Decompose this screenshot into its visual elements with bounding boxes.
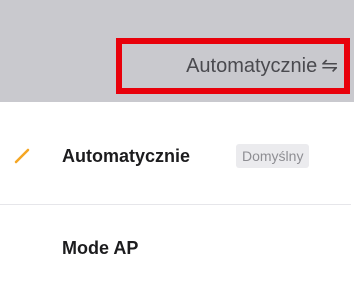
menu-item-label: Automatycznie [62, 146, 191, 166]
swap-arrows-icon: ⇋ [321, 55, 338, 77]
menu-divider [0, 204, 351, 205]
mode-selector-label: Automatycznie [186, 54, 318, 77]
default-badge: Domyślny [236, 144, 310, 168]
checkmark-icon [14, 148, 30, 164]
menu-item-mode-ap[interactable]: Mode AP [0, 206, 351, 293]
top-bar: Automatycznie ⇋ [0, 0, 354, 102]
menu-item-automatycznie[interactable]: Automatycznie Domyślny [0, 108, 351, 204]
menu-item-label: Mode AP [62, 238, 139, 258]
mode-selector-button[interactable]: Automatycznie ⇋ [116, 38, 350, 94]
mode-dropdown-menu: Automatycznie Domyślny Mode AP [0, 108, 351, 293]
